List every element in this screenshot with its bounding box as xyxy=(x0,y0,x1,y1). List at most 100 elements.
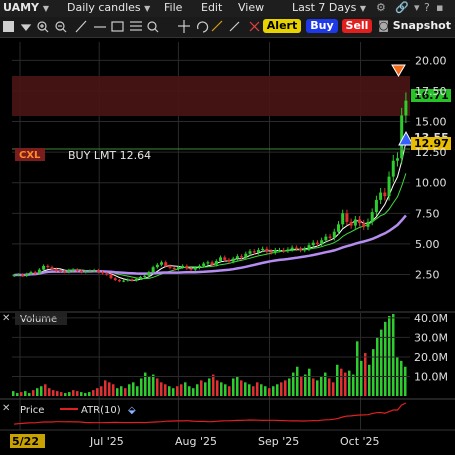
volume-bar xyxy=(332,382,335,396)
volume-bar xyxy=(236,376,239,396)
volume-bar xyxy=(40,386,43,396)
volume-bar xyxy=(184,382,187,396)
volume-bar xyxy=(284,380,287,396)
alert-button[interactable]: Alert xyxy=(263,19,301,33)
chart-area[interactable]: CXL BUY LMT 12.64 16.71 13.55 12.97 20.0… xyxy=(0,37,455,451)
volume-bar xyxy=(388,315,391,396)
candle-body xyxy=(210,262,214,265)
volume-bar xyxy=(60,392,63,396)
cursor-icon[interactable] xyxy=(3,21,14,32)
candle-body xyxy=(185,265,189,269)
candle-body xyxy=(383,192,387,197)
crosshair-icon[interactable] xyxy=(178,20,190,33)
lock-icon[interactable]: ▪ xyxy=(436,1,443,14)
candle-body xyxy=(269,251,273,253)
candle-body xyxy=(117,280,121,282)
candle-body xyxy=(256,250,260,253)
candle-body xyxy=(320,240,324,244)
volume-bar xyxy=(64,393,67,396)
volume-bar xyxy=(364,353,367,396)
snapshot-button[interactable]: ◙ Snapshot xyxy=(376,19,453,33)
chevron-down-icon[interactable]: ▾ xyxy=(414,1,420,14)
fibonacci-icon[interactable] xyxy=(130,21,142,31)
candle-body xyxy=(307,245,311,249)
zoom-icon[interactable] xyxy=(147,21,159,33)
volume-bar xyxy=(248,384,251,396)
menu-file[interactable]: File xyxy=(164,1,182,14)
volume-bar xyxy=(20,392,23,396)
volume-bar xyxy=(228,386,231,396)
symbol-selector[interactable]: UAMY ▼ xyxy=(3,1,49,14)
candle-body xyxy=(197,265,201,268)
dropdown-icon[interactable] xyxy=(20,24,32,31)
undo-icon[interactable] xyxy=(197,21,209,33)
y-tick-label: 7.50 xyxy=(415,207,440,220)
volume-tick-label: 20.0M xyxy=(414,351,448,364)
candle-body xyxy=(80,270,84,273)
candle-body xyxy=(214,261,218,265)
candle-body xyxy=(278,250,282,252)
delete-icon[interactable] xyxy=(249,21,260,32)
atr-settings-icon[interactable]: ⬙ xyxy=(128,405,136,416)
candle-body xyxy=(130,279,134,281)
candle-body xyxy=(362,223,366,227)
volume-bar xyxy=(216,380,219,396)
menu-view[interactable]: View xyxy=(238,1,264,14)
x-tick-label: Jul '25 xyxy=(89,435,124,448)
volume-bar xyxy=(180,384,183,396)
volume-bar xyxy=(232,378,235,396)
candle-body xyxy=(379,192,383,200)
zoom-out-icon[interactable] xyxy=(55,21,67,33)
volume-bar xyxy=(252,386,255,396)
trendline-icon[interactable] xyxy=(75,20,87,33)
volume-bar xyxy=(348,370,351,396)
candle-body xyxy=(366,221,370,227)
volume-bar xyxy=(88,392,91,396)
sell-button[interactable]: Sell xyxy=(342,19,372,33)
rectangle-icon[interactable] xyxy=(111,21,124,32)
help-icon[interactable]: ? xyxy=(424,1,430,14)
candle-body xyxy=(164,262,168,266)
x-tick-label: 5/22 xyxy=(12,435,39,448)
candle-body xyxy=(231,258,235,262)
ruler-icon[interactable] xyxy=(211,20,223,32)
volume-bar xyxy=(12,391,15,396)
candle-body xyxy=(223,257,227,260)
volume-bar xyxy=(16,393,19,396)
link-icon[interactable]: 🔗 xyxy=(395,1,409,14)
candle-body xyxy=(105,273,109,275)
candle-body xyxy=(265,248,269,252)
close-icon[interactable]: ✕ xyxy=(2,313,10,324)
volume-bar xyxy=(336,364,339,396)
close-icon[interactable]: ✕ xyxy=(2,403,10,414)
candle-body xyxy=(202,263,206,266)
candle-body xyxy=(172,267,176,270)
pencil-icon[interactable] xyxy=(229,21,240,32)
menu-edit[interactable]: Edit xyxy=(201,1,222,14)
volume-bar xyxy=(36,388,39,396)
candle-body xyxy=(160,262,164,265)
volume-bar xyxy=(268,388,271,396)
buy-button[interactable]: Buy xyxy=(306,19,338,33)
volume-bar xyxy=(240,380,243,396)
candle-body xyxy=(240,256,244,258)
price-chart[interactable]: CXL BUY LMT 12.64 16.71 13.55 12.97 20.0… xyxy=(0,37,455,451)
candle-body xyxy=(395,158,399,161)
y-tick-label: 17.50 xyxy=(415,85,447,98)
candle-body xyxy=(63,271,67,273)
volume-bar xyxy=(84,393,87,396)
zoom-in-icon[interactable] xyxy=(37,21,49,33)
gear-icon[interactable]: ⚙ xyxy=(376,1,386,14)
volume-bar xyxy=(44,384,47,396)
candle-body xyxy=(84,271,88,273)
range-selector[interactable]: Last 7 Days ▼ xyxy=(292,1,366,14)
volume-bar xyxy=(244,382,247,396)
candle-body xyxy=(168,265,172,268)
volume-bar xyxy=(260,384,263,396)
period-selector[interactable]: Daily candles ▼ xyxy=(67,1,150,14)
volume-bar xyxy=(224,384,227,396)
candle-body xyxy=(143,275,147,277)
volume-bar xyxy=(200,380,203,396)
volume-bar xyxy=(256,382,259,396)
volume-bar xyxy=(376,337,379,396)
